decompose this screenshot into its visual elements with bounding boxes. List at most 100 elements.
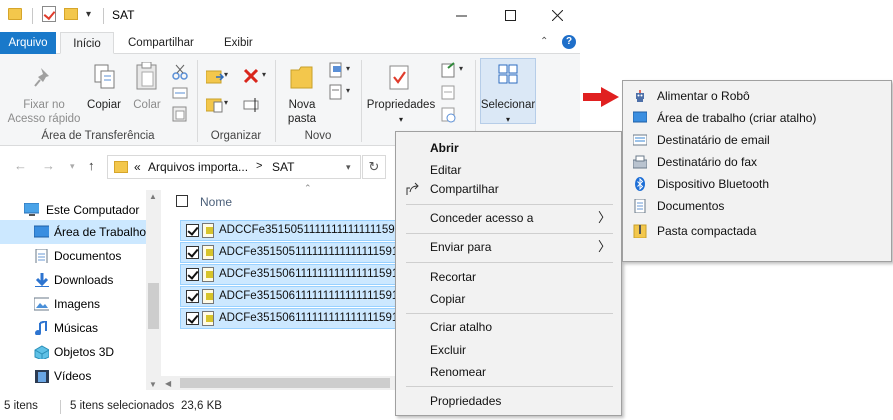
computer-icon [24, 203, 39, 216]
nav-item-videos[interactable]: Vídeos [0, 364, 146, 388]
nav-item-documents[interactable]: Documentos [0, 244, 146, 268]
column-header-name[interactable]: Nome [200, 195, 232, 209]
file-row[interactable]: ADCFe351506111111111111111591 [180, 308, 396, 329]
copy-icon [94, 64, 115, 89]
file-row[interactable]: ADCFe351506111111111111111591 [180, 286, 396, 307]
fax-icon [633, 155, 647, 169]
menu-item-properties[interactable]: Propriedades [396, 390, 621, 412]
tab-file[interactable]: Arquivo [0, 32, 56, 54]
scroll-up-icon[interactable]: ▲ [149, 192, 157, 201]
menu-item-rename[interactable]: Renomear [396, 361, 621, 383]
row-checkbox[interactable] [186, 290, 199, 303]
menu-item-send-to[interactable]: Enviar para 〉 [396, 236, 621, 258]
scrollbar-thumb[interactable] [148, 283, 159, 329]
chevron-right-icon: 〉 [597, 239, 611, 254]
downloads-icon [35, 273, 49, 287]
paste-button[interactable]: Colar [128, 98, 166, 112]
menu-item-open[interactable]: Abrir [396, 137, 621, 159]
address-bar[interactable]: « Arquivos importa... > SAT ▾ [107, 155, 361, 179]
row-checkbox[interactable] [186, 268, 199, 281]
menu-item-give-access[interactable]: Conceder acesso a 〉 [396, 207, 621, 229]
history-icon[interactable] [440, 106, 458, 124]
close-button[interactable] [534, 0, 580, 30]
window-title: SAT [112, 8, 135, 22]
minimize-button[interactable] [438, 0, 484, 30]
chevron-down-icon: ▾ [262, 70, 267, 79]
maximize-button[interactable] [487, 0, 533, 30]
refresh-button[interactable]: ↻ [362, 155, 386, 179]
menu-item-copy[interactable]: Copiar [396, 288, 621, 310]
copy-button[interactable]: Copiar [84, 98, 124, 112]
copy-path-icon[interactable] [172, 86, 188, 100]
row-checkbox[interactable] [186, 312, 199, 325]
menu-item-share[interactable]: Compartilhar [396, 178, 621, 200]
file-row[interactable]: ADCFe351506111111111111111591 [180, 264, 396, 285]
forward-icon[interactable]: → [42, 158, 55, 173]
send-to-item-mail[interactable]: Destinatário de email [623, 129, 891, 151]
customize-dropdown-icon[interactable]: ▾ [86, 9, 91, 20]
nav-item-this-pc[interactable]: Este Computador [0, 198, 146, 222]
pin-quick-access-button[interactable]: Fixar no Acesso rápido [4, 98, 84, 126]
menu-item-cut[interactable]: Recortar [396, 266, 621, 288]
divider [103, 8, 104, 24]
nav-item-pictures[interactable]: Imagens [0, 292, 146, 316]
rename-icon[interactable] [243, 96, 261, 114]
scroll-left-icon[interactable]: ◀ [165, 379, 171, 388]
pin-icon [34, 68, 49, 87]
properties-quick-icon[interactable] [42, 6, 56, 22]
tab-home[interactable]: Início [60, 32, 114, 54]
send-to-item-fax[interactable]: Destinatário do fax [623, 151, 891, 173]
breadcrumb-overflow[interactable]: « [134, 160, 141, 174]
breadcrumb-separator[interactable]: > [256, 160, 262, 172]
select-all-checkbox[interactable] [176, 195, 188, 207]
tab-view[interactable]: Exibir [216, 32, 261, 54]
file-row[interactable]: ADCFe351505111111111111111591 [180, 242, 396, 263]
menu-item-create-shortcut[interactable]: Criar atalho [396, 316, 621, 338]
delete-icon[interactable] [243, 68, 259, 84]
group-label-new: Novo [304, 130, 332, 142]
breadcrumb-item[interactable]: SAT [272, 160, 294, 174]
new-item-icon[interactable] [328, 62, 346, 80]
nav-item-label: Este Computador [46, 203, 140, 217]
new-folder-quick-icon[interactable] [64, 8, 78, 20]
nav-item-downloads[interactable]: Downloads [0, 268, 146, 292]
open-icon[interactable] [440, 62, 458, 80]
group-label-clipboard: Área de Transferência [41, 130, 155, 142]
xml-file-icon [202, 267, 214, 282]
nav-item-3d-objects[interactable]: Objetos 3D [0, 340, 146, 364]
desktop-icon [34, 225, 49, 238]
menu-separator [406, 233, 613, 234]
scrollbar-thumb[interactable] [180, 378, 390, 388]
send-to-item-desktop[interactable]: Área de trabalho (criar atalho) [623, 107, 891, 129]
edit-icon[interactable] [440, 84, 458, 102]
back-icon[interactable]: ← [14, 158, 27, 173]
recent-locations-icon[interactable]: ▾ [70, 161, 75, 172]
send-to-item-documents[interactable]: Documentos [623, 195, 891, 217]
easy-access-icon[interactable] [328, 84, 346, 102]
file-row[interactable]: ADCCFe35150511111111111111591 [180, 220, 396, 241]
menu-separator [406, 313, 613, 314]
address-dropdown-icon[interactable]: ▾ [346, 162, 351, 173]
row-checkbox[interactable] [186, 224, 199, 237]
help-icon[interactable]: ? [562, 35, 576, 49]
properties-button[interactable]: Propriedades ▾ [364, 98, 438, 127]
cut-icon[interactable] [172, 64, 188, 80]
send-to-item-robot[interactable]: Alimentar o Robô [623, 85, 891, 107]
collapse-ribbon-icon[interactable]: ⌃ [540, 36, 548, 47]
folder-icon[interactable] [8, 8, 22, 20]
new-folder-button[interactable]: Nova pasta [280, 98, 324, 126]
up-icon[interactable]: ↑ [88, 158, 95, 173]
tab-share[interactable]: Compartilhar [120, 32, 202, 54]
nav-item-music[interactable]: Músicas [0, 316, 146, 340]
send-to-item-bluetooth[interactable]: Dispositivo Bluetooth [623, 173, 891, 195]
file-name: ADCFe351506111111111111111591 [219, 268, 395, 280]
row-checkbox[interactable] [186, 246, 199, 259]
send-to-item-zip[interactable]: Pasta compactada [623, 220, 891, 242]
menu-item-delete[interactable]: Excluir [396, 339, 621, 361]
paste-shortcut-icon[interactable] [172, 106, 188, 122]
scroll-down-icon[interactable]: ▼ [149, 380, 157, 389]
status-bar: 5 itens 5 itens selecionados 23,6 KB [0, 396, 400, 418]
breadcrumb-item[interactable]: Arquivos importa... [148, 160, 248, 174]
nav-item-desktop[interactable]: Área de Trabalho [0, 220, 146, 244]
nav-item-label: Documentos [54, 249, 122, 263]
